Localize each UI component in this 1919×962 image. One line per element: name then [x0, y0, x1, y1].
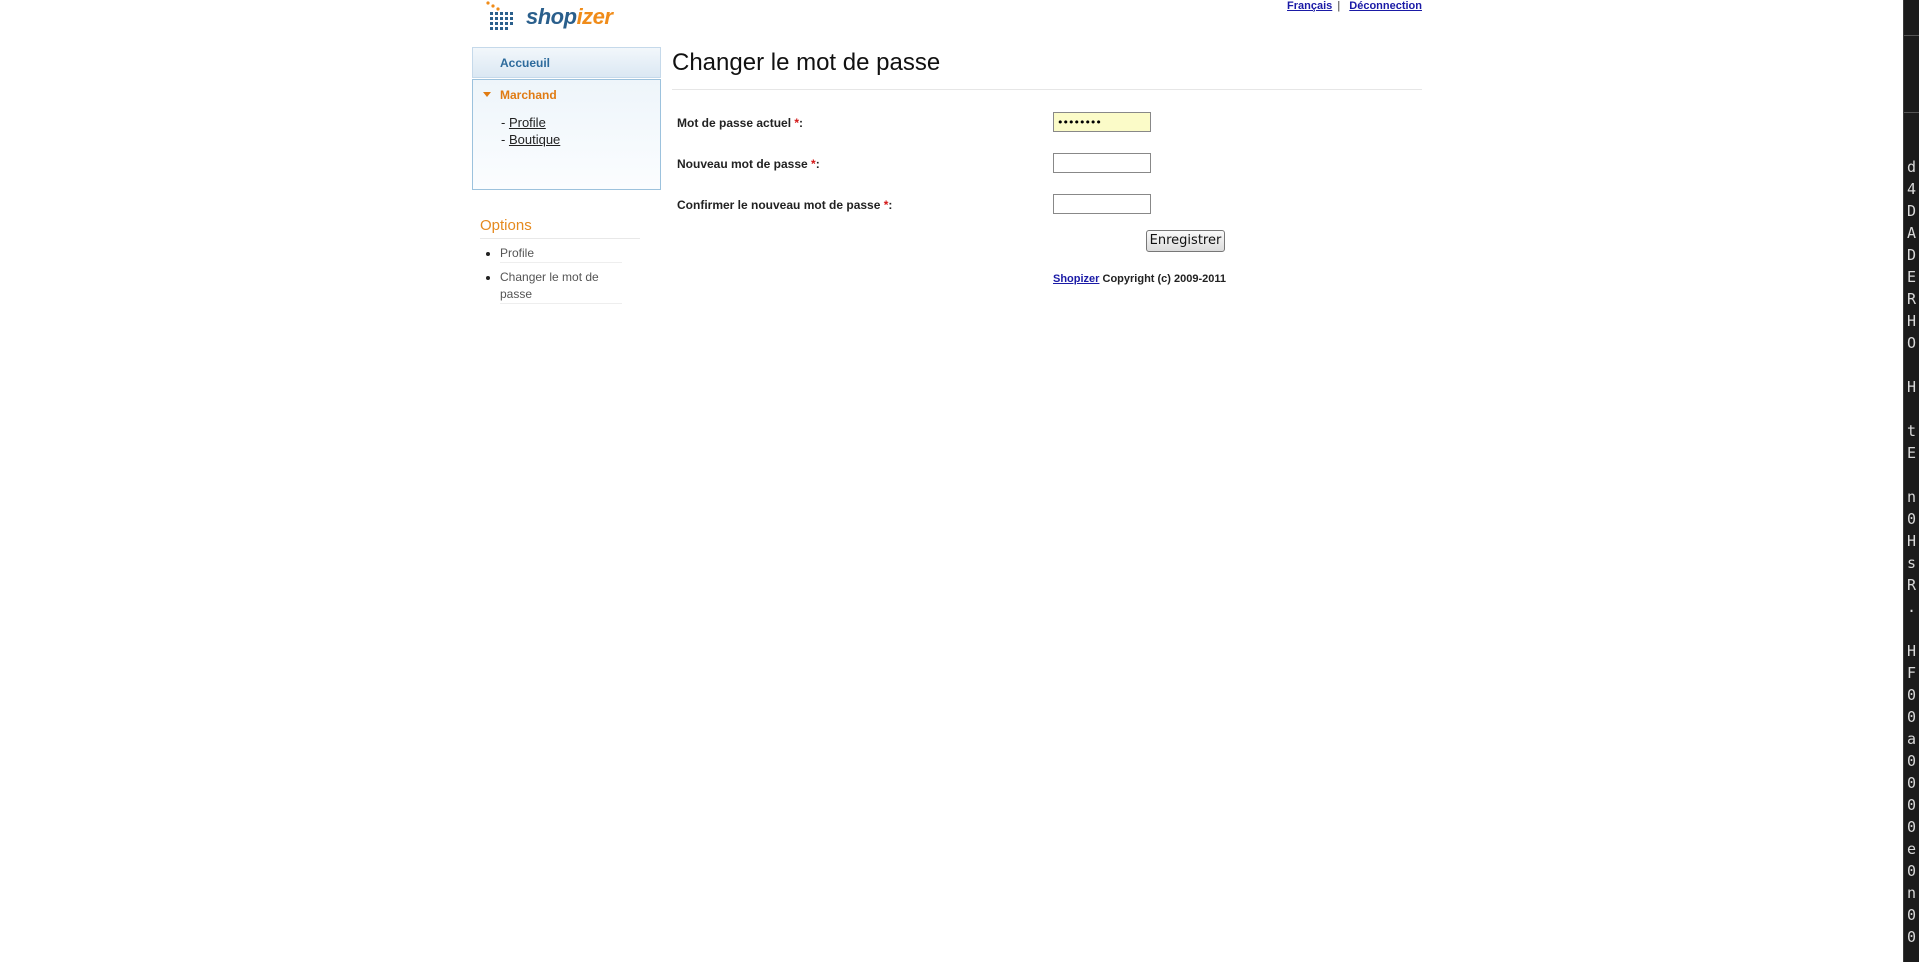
nav-merchant-label: Marchand	[500, 88, 557, 102]
page-title: Changer le mot de passe	[672, 46, 1422, 90]
terminal-char: 0	[1907, 774, 1917, 792]
terminal-char: O	[1907, 334, 1917, 352]
terminal-char: a	[1907, 730, 1917, 748]
confirm-password-label: Confirmer le nouveau mot de passe *:	[677, 198, 892, 212]
nav-section-merchant: Marchand - Profile - Boutique	[472, 79, 661, 190]
confirm-password-field[interactable]	[1053, 194, 1151, 214]
options-title: Options	[480, 217, 640, 239]
submenu-dash: -	[501, 115, 509, 130]
terminal-char: 0	[1907, 686, 1917, 704]
terminal-divider	[1904, 112, 1919, 113]
main-content: Changer le mot de passe Mot de passe act…	[672, 46, 1422, 285]
options-list: Profile Changer le mot de passe	[480, 245, 640, 304]
field-label-text: Nouveau mot de passe	[677, 157, 812, 171]
terminal-char: A	[1907, 224, 1917, 242]
nav-item-merchant[interactable]: Marchand	[473, 80, 660, 110]
save-button[interactable]: Enregistrer	[1146, 230, 1225, 252]
terminal-char: H	[1907, 532, 1917, 550]
terminal-char: R	[1907, 290, 1917, 308]
footer-shopizer-link[interactable]: Shopizer	[1053, 273, 1099, 285]
left-navigation: Accueuil Marchand - Profile - Boutique	[472, 47, 661, 190]
terminal-char: D	[1907, 202, 1917, 220]
terminal-char: R	[1907, 576, 1917, 594]
terminal-char: 0	[1907, 818, 1917, 836]
nav-item-home[interactable]: Accueuil	[472, 47, 661, 78]
current-password-label: Mot de passe actuel *:	[677, 116, 803, 130]
logo-text-izer: izer	[576, 4, 613, 29]
current-password-field[interactable]	[1053, 112, 1151, 132]
terminal-char: 0	[1907, 752, 1917, 770]
option-profile[interactable]: Profile	[500, 245, 622, 263]
options-panel: Options Profile Changer le mot de passe	[480, 217, 640, 310]
terminal-char	[1907, 618, 1916, 640]
terminal-char: 0	[1907, 862, 1917, 880]
terminal-char: E	[1907, 444, 1917, 462]
terminal-char: D	[1907, 246, 1917, 264]
field-label-text: Mot de passe actuel	[677, 116, 795, 130]
new-password-label: Nouveau mot de passe *:	[677, 157, 820, 171]
submenu-item-boutique: - Boutique	[501, 131, 660, 148]
option-change-password[interactable]: Changer le mot de passe	[500, 269, 622, 304]
logout-link[interactable]: Déconnection	[1349, 0, 1422, 12]
terminal-char: 0	[1907, 928, 1917, 946]
field-label-text: Confirmer le nouveau mot de passe	[677, 198, 884, 212]
terminal-char: 0	[1907, 906, 1917, 924]
terminal-char: E	[1907, 268, 1917, 286]
terminal-divider	[1904, 35, 1919, 36]
merchant-submenu: - Profile - Boutique	[473, 114, 660, 148]
link-separator: |	[1337, 0, 1341, 12]
terminal-char: t	[1907, 422, 1917, 440]
top-links: Français | Déconnection	[1287, 0, 1422, 12]
terminal-char: s	[1907, 554, 1917, 572]
footer-copyright-text: Copyright (c) 2009-2011	[1099, 273, 1227, 285]
terminal-char: 0	[1907, 796, 1917, 814]
submenu-link-boutique[interactable]: Boutique	[509, 132, 560, 147]
footer-copyright: Shopizer Copyright (c) 2009-2011	[1053, 273, 1226, 285]
terminal-char: n	[1907, 884, 1917, 902]
logo-text-shop: shop	[526, 4, 577, 29]
terminal-window-edge: d4DADERHOHtEn0HsR.HF00a0000e0n00	[1903, 0, 1919, 962]
terminal-text: d4DADERHOHtEn0HsR.HF00a0000e0n00	[1907, 156, 1916, 948]
terminal-char: 4	[1907, 180, 1917, 198]
label-colon: :	[888, 198, 893, 212]
terminal-char: e	[1907, 840, 1917, 858]
terminal-char: 0	[1907, 708, 1917, 726]
terminal-char: H	[1907, 312, 1917, 330]
label-colon: :	[815, 157, 820, 171]
language-link[interactable]: Français	[1287, 0, 1332, 12]
logo-dots-icon	[486, 1, 513, 30]
terminal-char	[1907, 398, 1916, 420]
submenu-item-profile: - Profile	[501, 114, 660, 131]
terminal-char	[1907, 464, 1916, 486]
terminal-char: 0	[1907, 510, 1917, 528]
caret-down-icon	[483, 92, 491, 98]
terminal-char: d	[1907, 158, 1917, 176]
terminal-char: .	[1907, 598, 1917, 616]
shopizer-logo[interactable]: shopizer	[484, 0, 614, 34]
submenu-link-profile[interactable]: Profile	[509, 115, 546, 130]
terminal-char: H	[1907, 378, 1917, 396]
label-colon: :	[799, 116, 804, 130]
new-password-field[interactable]	[1053, 153, 1151, 173]
submenu-dash: -	[501, 132, 509, 147]
terminal-char: H	[1907, 642, 1917, 660]
terminal-char	[1907, 354, 1916, 376]
logo-wordmark: shopizer	[526, 4, 613, 29]
terminal-char: F	[1907, 664, 1917, 682]
terminal-char: n	[1907, 488, 1917, 506]
